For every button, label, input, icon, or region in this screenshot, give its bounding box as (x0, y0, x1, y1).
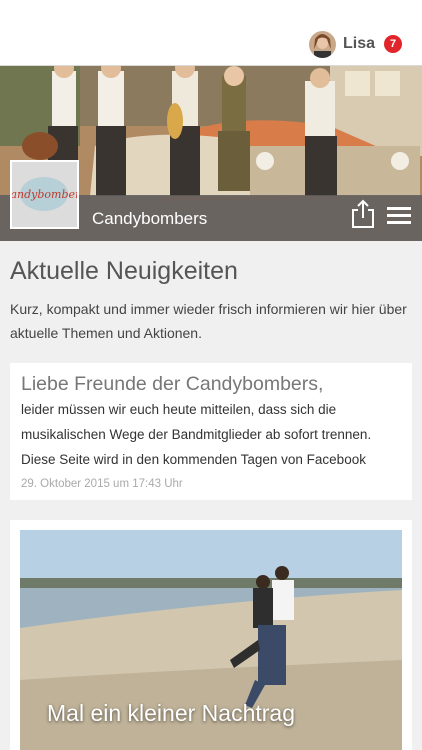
post-title[interactable]: Liebe Freunde der Candybombers, (21, 372, 401, 396)
hamburger-menu-icon[interactable] (385, 205, 413, 227)
top-bar: Lisa 7 (0, 0, 422, 66)
section-title: Aktuelle Neuigkeiten (10, 257, 238, 285)
post-body: leider müssen wir euch heute mitteilen, … (21, 402, 372, 467)
logo-text: Candybombers (12, 188, 77, 201)
news-post-card[interactable]: Liebe Freunde der Candybombers, leider m… (10, 363, 412, 500)
page-name: Candybombers (92, 209, 208, 228)
notification-badge[interactable]: 7 (384, 35, 402, 53)
user-menu[interactable]: Lisa 7 (308, 30, 402, 58)
post-image[interactable]: Mal ein kleiner Nachtrag (20, 530, 402, 750)
hero-banner: Candybombers Candybombers (0, 66, 422, 241)
avatar[interactable] (308, 30, 336, 58)
section-intro: Kurz, kompakt und immer wieder frisch in… (10, 301, 407, 341)
band-logo[interactable]: Candybombers (10, 160, 79, 229)
post-timestamp: 29. Oktober 2015 um 17:43 Uhr (21, 478, 183, 490)
news-post-card[interactable]: Mal ein kleiner Nachtrag (10, 520, 412, 750)
post-caption[interactable]: Mal ein kleiner Nachtrag (47, 700, 295, 727)
share-icon[interactable] (349, 199, 377, 229)
user-name[interactable]: Lisa (343, 35, 375, 53)
